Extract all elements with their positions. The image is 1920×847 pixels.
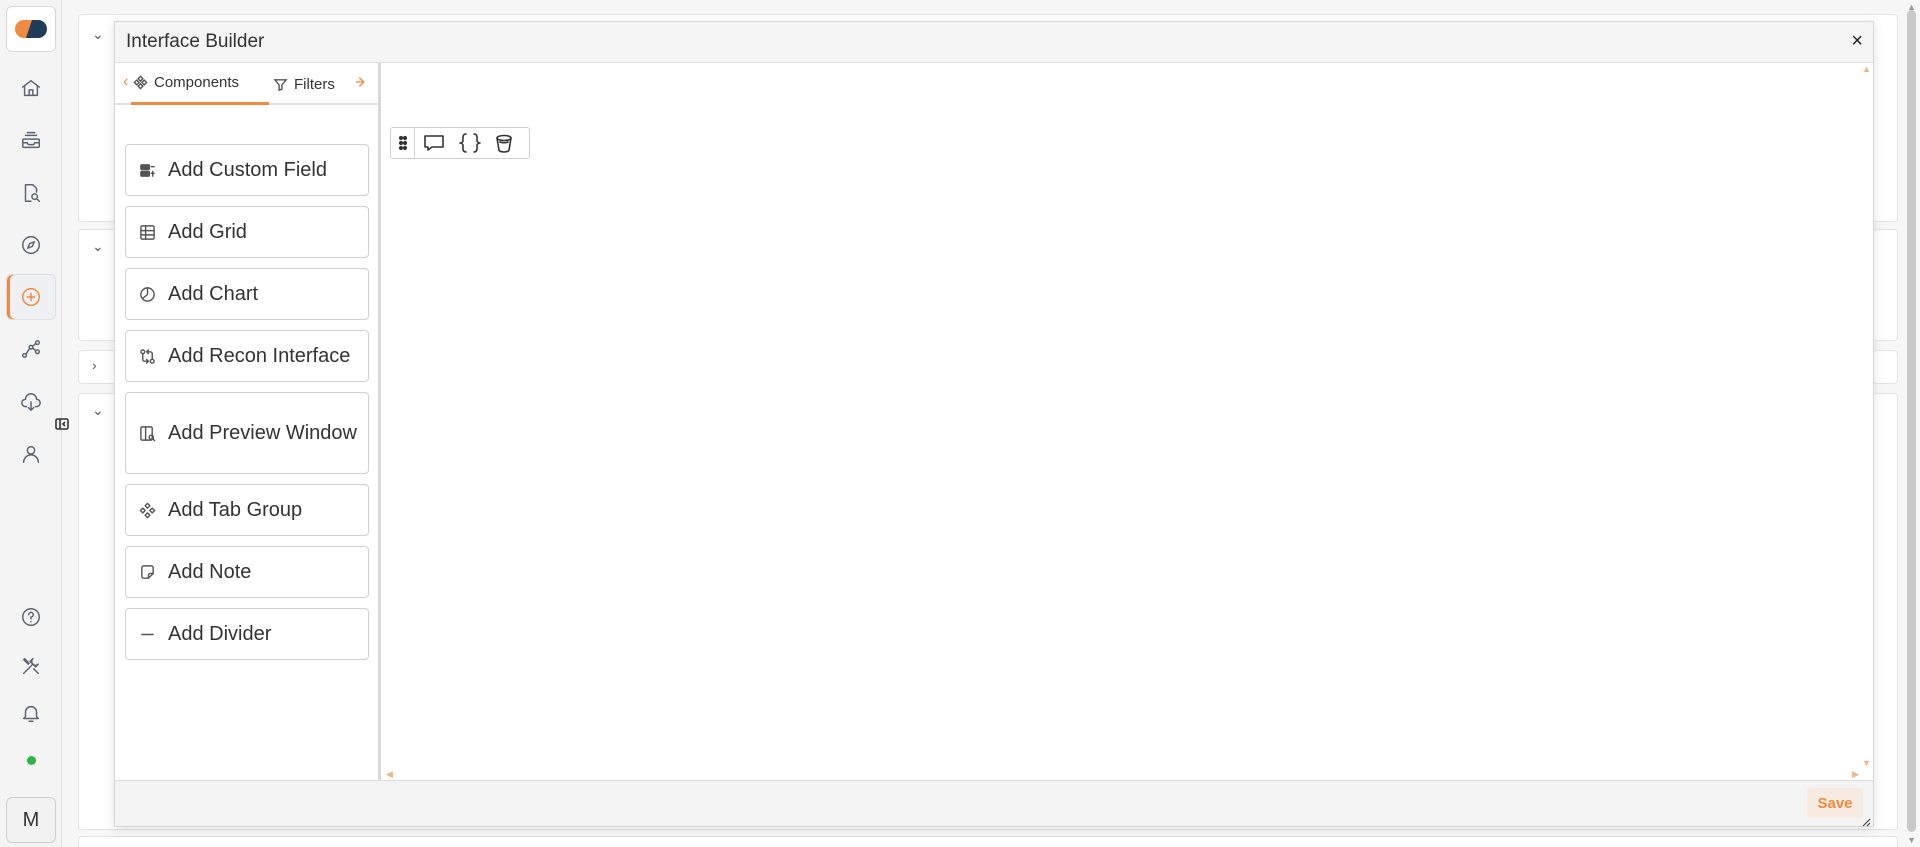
- components-icon: [133, 75, 148, 90]
- nav-notifications[interactable]: [6, 690, 56, 736]
- tab-components-label: Components: [154, 74, 240, 91]
- add-preview-window-button[interactable]: Add Preview Window: [125, 392, 369, 474]
- comment-icon: [424, 135, 444, 151]
- add-custom-field-button[interactable]: Add Custom Field: [125, 144, 369, 196]
- nav-user[interactable]: [6, 431, 56, 477]
- nav-help[interactable]: [6, 594, 56, 640]
- help-icon: [22, 608, 40, 626]
- modal-title: Interface Builder: [126, 31, 265, 52]
- sidebar-collapse-icon: [55, 418, 69, 430]
- inbox-icon: [22, 131, 40, 149]
- add-chart-label: Add Chart: [168, 283, 259, 305]
- home-icon: [22, 79, 40, 97]
- tab-scroll-right-icon[interactable]: [355, 75, 371, 91]
- close-icon[interactable]: ×: [1851, 30, 1863, 53]
- tab-scroll-left-icon[interactable]: ‹: [123, 73, 128, 91]
- components-panel: ‹ Components Filters Add Custom Field Ad…: [115, 63, 381, 782]
- interface-builder-modal: Interface Builder × ‹ Components Filters…: [114, 21, 1874, 827]
- modal-footer: Save: [115, 780, 1873, 827]
- add-custom-field-label: Add Custom Field: [168, 159, 327, 181]
- app-logo[interactable]: [6, 6, 56, 52]
- chevron-right-icon[interactable]: ›: [92, 357, 97, 373]
- custom-field-icon: [139, 163, 155, 177]
- tab-components[interactable]: Components: [131, 63, 269, 105]
- add-grid-label: Add Grid: [168, 221, 247, 243]
- sidebar-collapse-button[interactable]: [53, 415, 71, 433]
- page-scrollbar[interactable]: [1907, 10, 1916, 832]
- add-note-label: Add Note: [168, 561, 252, 583]
- add-divider-button[interactable]: Add Divider: [125, 608, 369, 660]
- panel-tabs: ‹ Components Filters: [115, 63, 378, 105]
- chevron-down-icon[interactable]: ⌄: [92, 238, 104, 255]
- chevron-down-icon[interactable]: ⌄: [92, 402, 104, 419]
- nav-explore[interactable]: [6, 222, 56, 268]
- preview-window-icon: [139, 425, 155, 441]
- compass-icon: [22, 236, 40, 254]
- add-divider-label: Add Divider: [168, 623, 272, 645]
- code-button[interactable]: [453, 128, 487, 158]
- logo-icon: [15, 20, 47, 38]
- nav-workflow[interactable]: [6, 326, 56, 372]
- online-status-indicator: [27, 756, 36, 765]
- add-tab-group-label: Add Tab Group: [168, 499, 303, 521]
- background-section-5: [78, 836, 1898, 847]
- chevron-down-icon[interactable]: ⌄: [92, 26, 104, 43]
- filter-icon: [273, 78, 288, 91]
- grid-icon: [139, 224, 155, 240]
- canvas-scroll-down-icon[interactable]: ▼: [1862, 758, 1871, 768]
- add-circle-icon: [22, 288, 40, 306]
- nav-inbox[interactable]: [6, 117, 56, 163]
- tab-filters[interactable]: Filters: [267, 63, 335, 105]
- canvas-scroll-right-icon[interactable]: ▶: [1852, 769, 1859, 780]
- recon-icon: [139, 348, 155, 364]
- nav-tools[interactable]: [6, 643, 56, 689]
- nav-create[interactable]: [6, 274, 56, 320]
- workflow-icon: [22, 340, 40, 358]
- add-preview-window-label: Add Preview Window: [168, 422, 357, 444]
- add-grid-button[interactable]: Add Grid: [125, 206, 369, 258]
- delete-button[interactable]: [487, 128, 521, 158]
- nav-file-search[interactable]: [6, 170, 56, 216]
- user-icon: [22, 445, 40, 463]
- avatar-initial: M: [22, 808, 40, 831]
- add-tab-group-button[interactable]: Add Tab Group: [125, 484, 369, 536]
- scroll-down-arrow[interactable]: ▼: [1907, 835, 1916, 845]
- save-button[interactable]: Save: [1807, 788, 1863, 818]
- avatar[interactable]: M: [6, 797, 56, 843]
- delete-icon: [496, 134, 512, 153]
- resize-grip-icon[interactable]: [1861, 814, 1871, 827]
- canvas-scroll-left-icon[interactable]: ◀: [386, 769, 393, 780]
- add-recon-interface-button[interactable]: Add Recon Interface: [125, 330, 369, 382]
- tab-group-icon: [139, 502, 155, 518]
- modal-header: Interface Builder ×: [115, 22, 1873, 63]
- chart-icon: [139, 286, 155, 302]
- canvas-scroll-up-icon[interactable]: ▲: [1862, 64, 1871, 74]
- file-search-icon: [24, 184, 40, 202]
- bell-icon: [22, 705, 40, 722]
- divider-icon: [140, 633, 154, 635]
- builder-canvas[interactable]: ▲ ▼ ◀ ▶: [384, 63, 1873, 782]
- drag-handle[interactable]: [391, 128, 415, 158]
- comment-button[interactable]: [415, 128, 453, 158]
- tools-icon: [22, 657, 40, 675]
- nav-cloud[interactable]: [6, 379, 56, 425]
- note-icon: [140, 564, 154, 579]
- add-recon-interface-label: Add Recon Interface: [168, 345, 351, 367]
- nav-home[interactable]: [6, 65, 56, 111]
- cloud-download-icon: [21, 393, 41, 411]
- add-note-button[interactable]: Add Note: [125, 546, 369, 598]
- add-chart-button[interactable]: Add Chart: [125, 268, 369, 320]
- drag-handle-icon: [398, 135, 407, 151]
- tab-filters-label: Filters: [294, 75, 335, 93]
- component-toolbar: [390, 127, 530, 159]
- code-braces-icon: [459, 133, 481, 153]
